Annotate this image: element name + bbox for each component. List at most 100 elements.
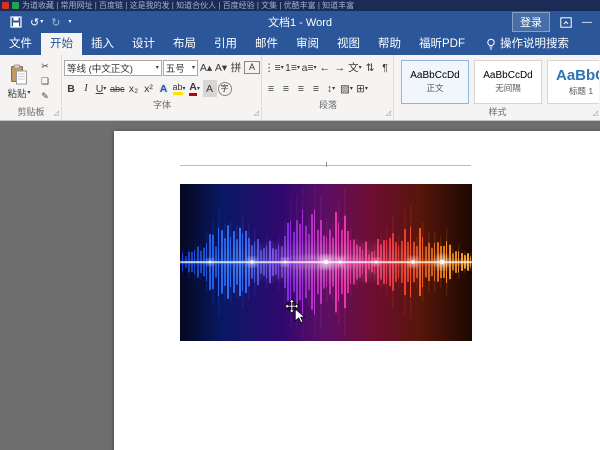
numbering-button[interactable]: 1≡ ▾ [285, 59, 301, 76]
borders-dropdown-icon: ▾ [365, 86, 368, 92]
clipboard-dialog-launcher[interactable]: ◿ [54, 110, 59, 117]
show-hide-marks-button[interactable]: ¶ [378, 59, 392, 76]
justify-button[interactable]: ≡ [309, 80, 323, 97]
font-size-select[interactable]: 五号 ▾ [163, 60, 198, 76]
style-no-spacing-name: 无间隔 [495, 82, 521, 94]
grow-font-button[interactable]: A▴ [199, 59, 213, 76]
sort-button[interactable]: ⇅ [363, 59, 377, 76]
increase-indent-button[interactable]: → [333, 59, 347, 76]
subscript-button[interactable]: x₂ [127, 80, 141, 97]
strikethrough-button[interactable]: abc [109, 80, 126, 97]
character-border-button[interactable]: A [244, 61, 260, 74]
multilevel-list-button[interactable]: a≡ ▾ [301, 59, 317, 76]
italic-button[interactable]: I [79, 80, 93, 97]
numbering-dropdown-icon: ▾ [297, 65, 300, 71]
undo-button[interactable]: ↺ ▾ [30, 16, 43, 29]
paragraph-dialog-launcher[interactable]: ◿ [386, 110, 391, 117]
ribbon: 粘贴 ▾ ✂ ❏ ✎ 剪贴板 ◿ 等线 (中文正文) ▾ [0, 55, 600, 121]
highlight-dropdown-icon: ▾ [183, 86, 186, 92]
tab-review[interactable]: 审阅 [287, 33, 328, 55]
guide-tick [326, 162, 327, 167]
tab-file[interactable]: 文件 [0, 33, 41, 55]
style-normal[interactable]: AaBbCcDd 正文 [401, 60, 469, 104]
clipboard-content: 粘贴 ▾ ✂ ❏ ✎ [2, 57, 60, 106]
quick-access-toolbar: ↺ ▾ ↻ ▾ [10, 16, 71, 29]
paragraph-group: ⋮≡ ▾ 1≡ ▾ a≡ ▾ ← → 文 ▾ ⇅ ¶ [262, 55, 394, 120]
decrease-indent-button[interactable]: ← [318, 59, 332, 76]
font-dialog-launcher[interactable]: ◿ [254, 110, 259, 117]
tab-layout[interactable]: 布局 [164, 33, 205, 55]
line-spacing-button[interactable]: ↕ ▾ [324, 80, 338, 97]
superscript-button[interactable]: x² [142, 80, 156, 97]
bold-button[interactable]: B [64, 80, 78, 97]
shading-button[interactable]: ▨ ▾ [339, 80, 354, 97]
align-right-button[interactable]: ≡ [294, 80, 308, 97]
borders-button[interactable]: ⊞ ▾ [355, 80, 369, 97]
qat-customize-button[interactable]: ▾ [68, 19, 71, 25]
shading-dropdown-icon: ▾ [350, 86, 353, 92]
underline-dropdown-icon: ▾ [103, 86, 106, 92]
styles-group-label: 样式 [396, 106, 599, 120]
tell-me-search[interactable]: 操作说明搜索 [478, 33, 577, 55]
bookmark-icon-2 [12, 2, 19, 9]
cut-button[interactable]: ✂ [38, 60, 52, 73]
tab-home[interactable]: 开始 [41, 33, 82, 55]
multilevel-dropdown-icon: ▾ [314, 65, 317, 71]
align-left-button[interactable]: ≡ [264, 80, 278, 97]
tab-help[interactable]: 帮助 [369, 33, 410, 55]
font-color-dropdown-icon: ▾ [197, 86, 200, 92]
font-group: 等线 (中文正文) ▾ 五号 ▾ A▴ A▾ 拼 A B I U ▾ [62, 55, 262, 120]
clipboard-small-buttons: ✂ ❏ ✎ [36, 57, 52, 106]
borders-icon: ⊞ [356, 83, 365, 95]
highlight-color-button[interactable]: ab ▾ [172, 80, 187, 97]
minimize-button[interactable]: — [582, 17, 592, 28]
bullets-button[interactable]: ⋮≡ ▾ [264, 59, 284, 76]
sign-in-button[interactable]: 登录 [512, 12, 550, 32]
browser-bookmarks-bar: 为道收藏 | 常用网址 | 百度链 | 这是我的发 | 知道合伙人 | 百度经验… [0, 0, 600, 11]
asian-layout-icon: 文 [348, 60, 359, 75]
undo-icon: ↺ [30, 16, 39, 29]
document-area[interactable] [0, 121, 600, 450]
copy-button[interactable]: ❏ [38, 75, 52, 88]
enclose-characters-button[interactable]: 字 [218, 82, 232, 96]
phonetic-guide-button[interactable]: 拼 [229, 59, 243, 76]
font-color-icon: A [189, 82, 197, 96]
paragraph-row-1: ⋮≡ ▾ 1≡ ▾ a≡ ▾ ← → 文 ▾ ⇅ ¶ [264, 57, 392, 78]
character-shading-button[interactable]: A [203, 80, 217, 97]
style-no-spacing[interactable]: AaBbCcDd 无间隔 [474, 60, 542, 104]
asian-layout-button[interactable]: 文 ▾ [348, 59, 362, 76]
underline-button[interactable]: U ▾ [94, 80, 108, 97]
tab-references[interactable]: 引用 [205, 33, 246, 55]
bookmarks-text[interactable]: 为道收藏 | 常用网址 | 百度链 | 这是我的发 | 知道合伙人 | 百度经验… [22, 0, 354, 11]
word-window: 为道收藏 | 常用网址 | 百度链 | 这是我的发 | 知道合伙人 | 百度经验… [0, 0, 600, 450]
tab-view[interactable]: 视图 [328, 33, 369, 55]
waveform-image[interactable] [180, 184, 472, 341]
tab-insert[interactable]: 插入 [82, 33, 123, 55]
paste-dropdown-icon: ▾ [28, 90, 31, 96]
paste-button[interactable]: 粘贴 ▾ [2, 57, 36, 106]
tab-mailings[interactable]: 邮件 [246, 33, 287, 55]
font-size-dropdown-icon: ▾ [192, 65, 195, 71]
format-painter-button[interactable]: ✎ [38, 90, 52, 103]
tab-design[interactable]: 设计 [123, 33, 164, 55]
title-bar: ↺ ▾ ↻ ▾ 文档1 - Word 登录 — [0, 11, 600, 33]
ribbon-display-options-button[interactable] [560, 17, 572, 28]
styles-dialog-launcher[interactable]: ◿ [593, 110, 598, 117]
font-color-button[interactable]: A ▾ [188, 80, 202, 97]
shrink-font-button[interactable]: A▾ [214, 59, 228, 76]
move-cursor-icon [284, 299, 310, 329]
style-heading-1[interactable]: AaBbC 标题 1 [547, 60, 599, 104]
font-row-1: 等线 (中文正文) ▾ 五号 ▾ A▴ A▾ 拼 A [64, 57, 260, 78]
font-name-select[interactable]: 等线 (中文正文) ▾ [64, 60, 162, 76]
redo-button[interactable]: ↻ [51, 16, 60, 29]
text-effects-button[interactable]: A [157, 80, 171, 97]
clipboard-group: 粘贴 ▾ ✂ ❏ ✎ 剪贴板 ◿ [0, 55, 62, 120]
numbering-icon: 1≡ [285, 62, 297, 74]
font-row-2: B I U ▾ abc x₂ x² A ab ▾ A ▾ A [64, 78, 260, 99]
undo-dropdown-icon: ▾ [40, 19, 43, 25]
save-button[interactable] [10, 16, 22, 28]
font-size-value: 五号 [166, 61, 185, 75]
tab-foxit-pdf[interactable]: 福昕PDF [410, 33, 474, 55]
align-center-button[interactable]: ≡ [279, 80, 293, 97]
save-icon [10, 16, 22, 28]
